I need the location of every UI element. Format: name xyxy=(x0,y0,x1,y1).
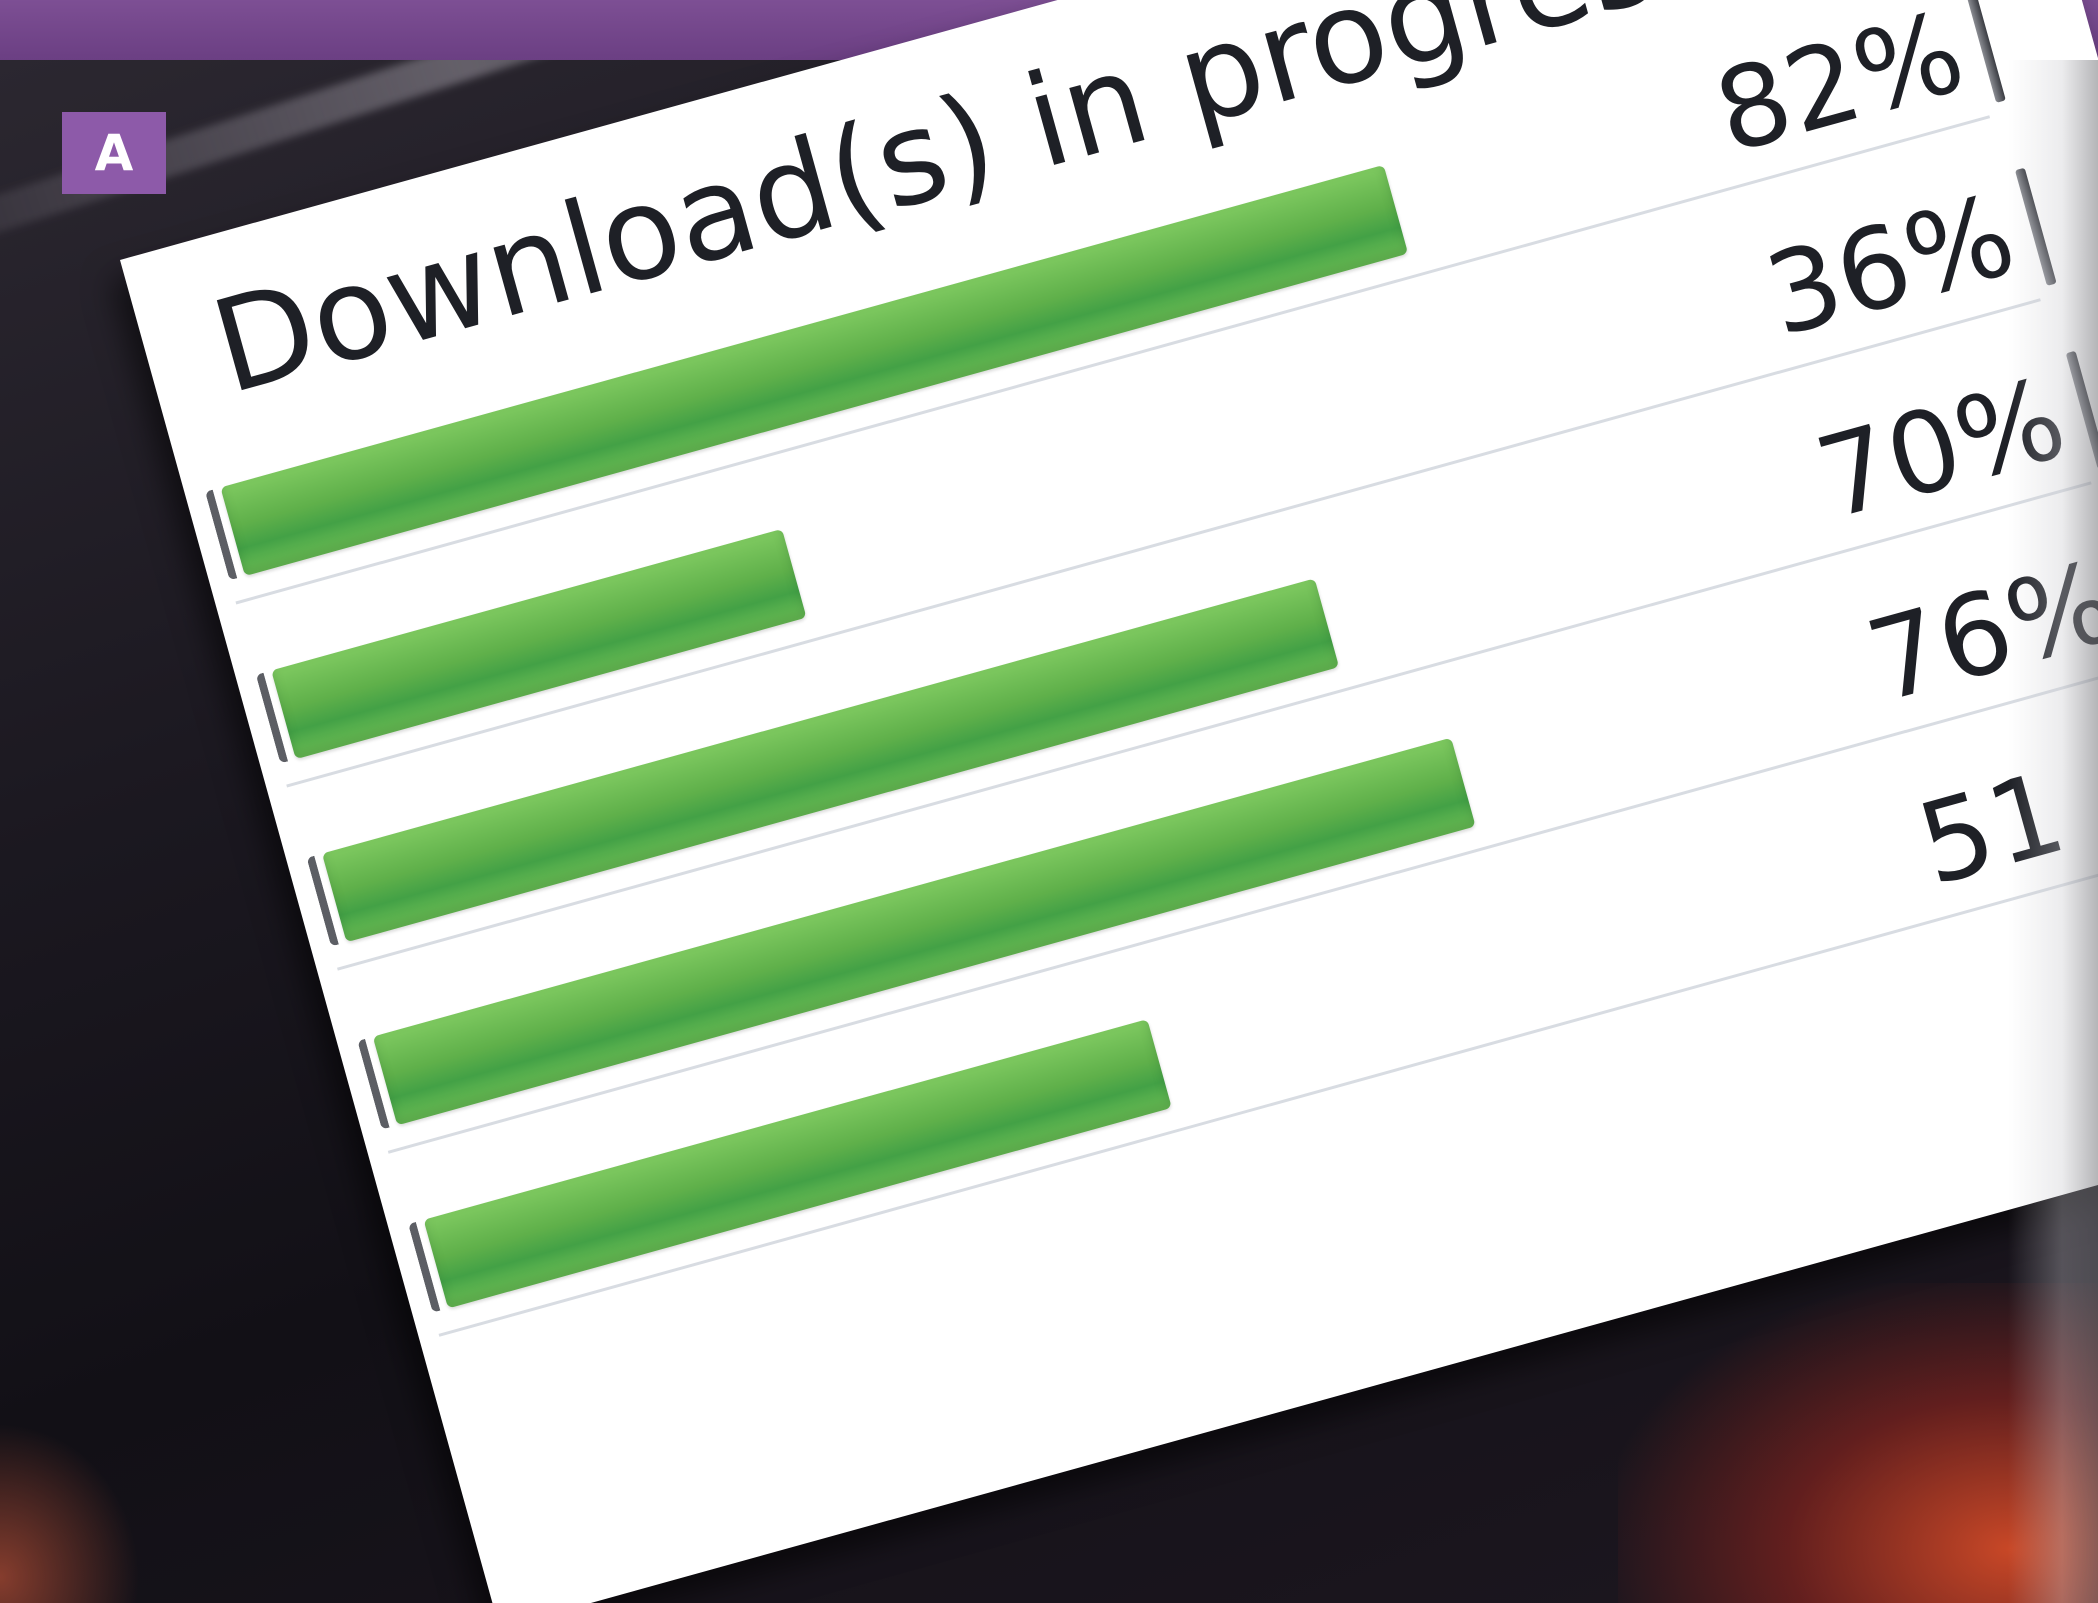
page-curl-shading xyxy=(2008,60,2098,1603)
section-badge: A xyxy=(62,112,166,194)
warm-light-glow-left xyxy=(0,1423,140,1603)
progress-percent: 36% xyxy=(1753,170,2028,362)
progress-percent: 82% xyxy=(1702,0,1978,179)
photo-scene: Download(s) in progress 82% 36% 70% 76% … xyxy=(0,0,2098,1603)
row-edge xyxy=(1964,0,2006,103)
